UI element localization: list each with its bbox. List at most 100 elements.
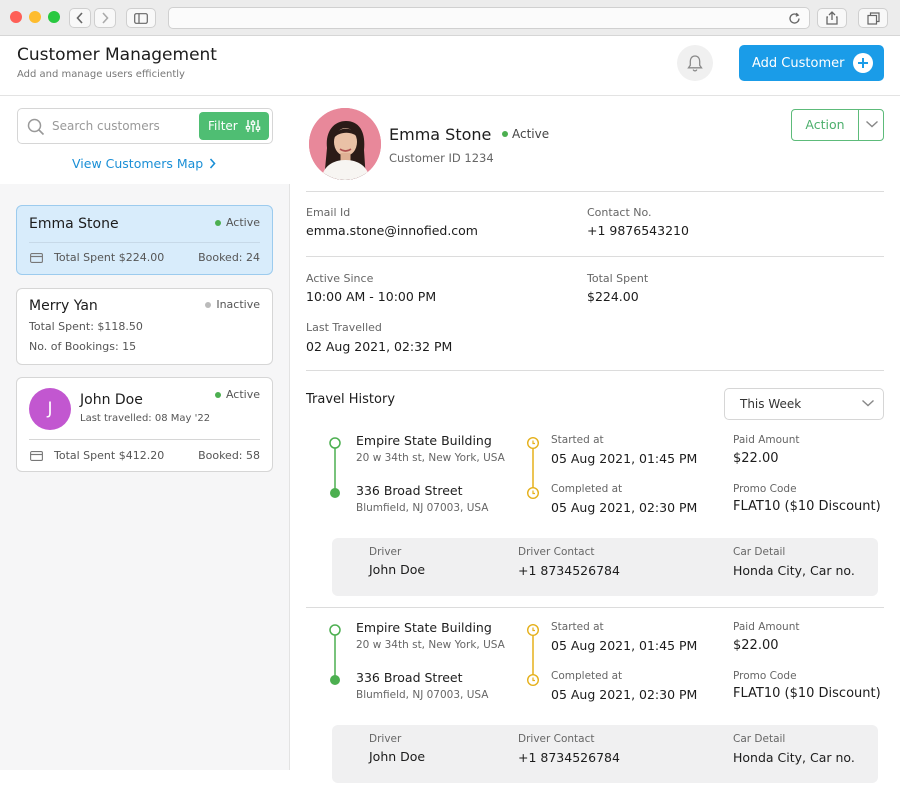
booking-count: No. of Bookings: 15: [29, 340, 137, 353]
customer-card-merry-yan[interactable]: Merry Yan Inactive Total Spent: $118.50 …: [16, 288, 273, 365]
filter-button[interactable]: Filter: [199, 112, 269, 140]
route-line-icon: [329, 624, 341, 685]
divider: [29, 439, 260, 440]
page-subtitle: Add and manage users efficiently: [17, 69, 185, 80]
time-line-icon: [527, 437, 539, 499]
divider: [306, 607, 884, 608]
notifications-button[interactable]: [677, 45, 713, 81]
address-bar[interactable]: [168, 7, 810, 29]
last-travelled-value: 02 Aug 2021, 02:32 PM: [306, 339, 453, 354]
drop-address: Blumfield, NJ 07003, USA: [356, 502, 489, 514]
view-customers-map-link[interactable]: View Customers Map: [72, 156, 216, 171]
action-dropdown-button[interactable]: Action: [791, 109, 884, 141]
status-badge: Active: [214, 216, 260, 229]
customer-card-emma-stone[interactable]: Emma Stone Active Total Spent $224.00 Bo…: [16, 205, 273, 275]
customer-name: Emma Stone: [29, 216, 119, 232]
total-spent: Total Spent $224.00: [54, 251, 165, 264]
chevron-right-icon: [102, 12, 109, 24]
started-value: 05 Aug 2021, 01:45 PM: [551, 638, 698, 653]
car-detail-label: Car Detail: [733, 733, 786, 745]
status-label: Active: [512, 127, 550, 141]
completed-value: 05 Aug 2021, 02:30 PM: [551, 687, 698, 702]
last-travelled-label: Last Travelled: [306, 321, 382, 334]
bell-icon: [687, 54, 703, 71]
chevron-left-icon: [76, 12, 83, 24]
chevron-down-icon[interactable]: [865, 119, 879, 129]
reload-icon[interactable]: [788, 12, 801, 25]
total-spent: Total Spent $412.20: [54, 449, 165, 462]
total-spent-value: $224.00: [587, 289, 639, 304]
started-label: Started at: [551, 621, 604, 633]
paid-value: $22.00: [733, 451, 779, 466]
time-range-select[interactable]: This Week: [724, 388, 884, 420]
driver-name: John Doe: [369, 562, 426, 577]
divider: [306, 256, 884, 257]
travel-history-title: Travel History: [306, 392, 396, 407]
back-button[interactable]: [69, 8, 91, 28]
driver-contact-label: Driver Contact: [518, 546, 595, 558]
last-travelled: Last travelled: 08 May '22: [80, 413, 211, 424]
customer-card-john-doe[interactable]: J John Doe Active Last travelled: 08 May…: [16, 377, 273, 472]
sliders-icon: [245, 120, 261, 132]
add-customer-button[interactable]: Add Customer: [739, 45, 884, 81]
driver-contact-value: +1 8734526784: [518, 750, 620, 765]
promo-label: Promo Code: [733, 670, 797, 682]
plus-circle-icon: [853, 53, 873, 73]
search-icon: [27, 118, 45, 136]
started-value: 05 Aug 2021, 01:45 PM: [551, 451, 698, 466]
share-button[interactable]: [817, 8, 847, 28]
add-customer-label: Add Customer: [752, 55, 845, 71]
customer-sidebar: Filter View Customers Map Emma Stone Act…: [0, 96, 290, 770]
status-label: Active: [225, 388, 260, 401]
drop-location: 336 Broad Street: [356, 670, 463, 685]
profile-status-badge: Active: [502, 127, 549, 141]
started-label: Started at: [551, 434, 604, 446]
paid-label: Paid Amount: [733, 621, 800, 633]
driver-label: Driver: [369, 546, 402, 558]
customer-name: Merry Yan: [29, 298, 98, 314]
status-dot: [214, 391, 221, 398]
credit-card-icon: [30, 253, 43, 263]
browser-chrome: [0, 0, 900, 36]
completed-value: 05 Aug 2021, 02:30 PM: [551, 500, 698, 515]
total-spent-label: Total Spent: [587, 272, 649, 285]
car-detail-value: Honda City, Car no.: [733, 563, 855, 578]
booked-count: Booked: 58: [198, 449, 260, 462]
drop-location: 336 Broad Street: [356, 483, 463, 498]
divider: [29, 242, 260, 243]
forward-button[interactable]: [94, 8, 116, 28]
close-window-icon[interactable]: [10, 11, 22, 23]
divider: [306, 191, 884, 192]
credit-card-icon: [30, 451, 43, 461]
pickup-location: Empire State Building: [356, 433, 492, 448]
status-badge: Inactive: [205, 298, 260, 311]
sidebar-toggle-button[interactable]: [126, 8, 156, 28]
profile-name: Emma Stone: [389, 125, 492, 144]
car-detail-value: Honda City, Car no.: [733, 750, 855, 765]
search-input[interactable]: [52, 117, 202, 135]
time-range-value: This Week: [740, 397, 802, 411]
promo-value: FLAT10 ($10 Discount): [733, 686, 881, 701]
driver-name: John Doe: [369, 749, 426, 764]
trip-item[interactable]: Empire State Building 20 w 34th st, New …: [306, 619, 884, 799]
booked-count: Booked: 24: [198, 251, 260, 264]
sidebar-top: Filter View Customers Map: [0, 96, 290, 184]
maximize-window-icon[interactable]: [48, 11, 60, 23]
paid-value: $22.00: [733, 638, 779, 653]
avatar-initial: J: [47, 399, 53, 419]
tabs-button[interactable]: [858, 8, 888, 28]
promo-value: FLAT10 ($10 Discount): [733, 499, 881, 514]
tabs-icon: [866, 11, 880, 25]
pickup-location: Empire State Building: [356, 620, 492, 635]
drop-address: Blumfield, NJ 07003, USA: [356, 689, 489, 701]
contact-label: Contact No.: [587, 206, 652, 219]
completed-label: Completed at: [551, 670, 623, 682]
time-line-icon: [527, 624, 539, 686]
driver-contact-value: +1 8734526784: [518, 563, 620, 578]
minimize-window-icon[interactable]: [29, 11, 41, 23]
avatar: J: [29, 388, 71, 430]
status-label: Inactive: [216, 298, 260, 311]
trip-item[interactable]: Empire State Building 20 w 34th st, New …: [306, 432, 884, 612]
pickup-address: 20 w 34th st, New York, USA: [356, 639, 505, 651]
car-detail-label: Car Detail: [733, 546, 786, 558]
